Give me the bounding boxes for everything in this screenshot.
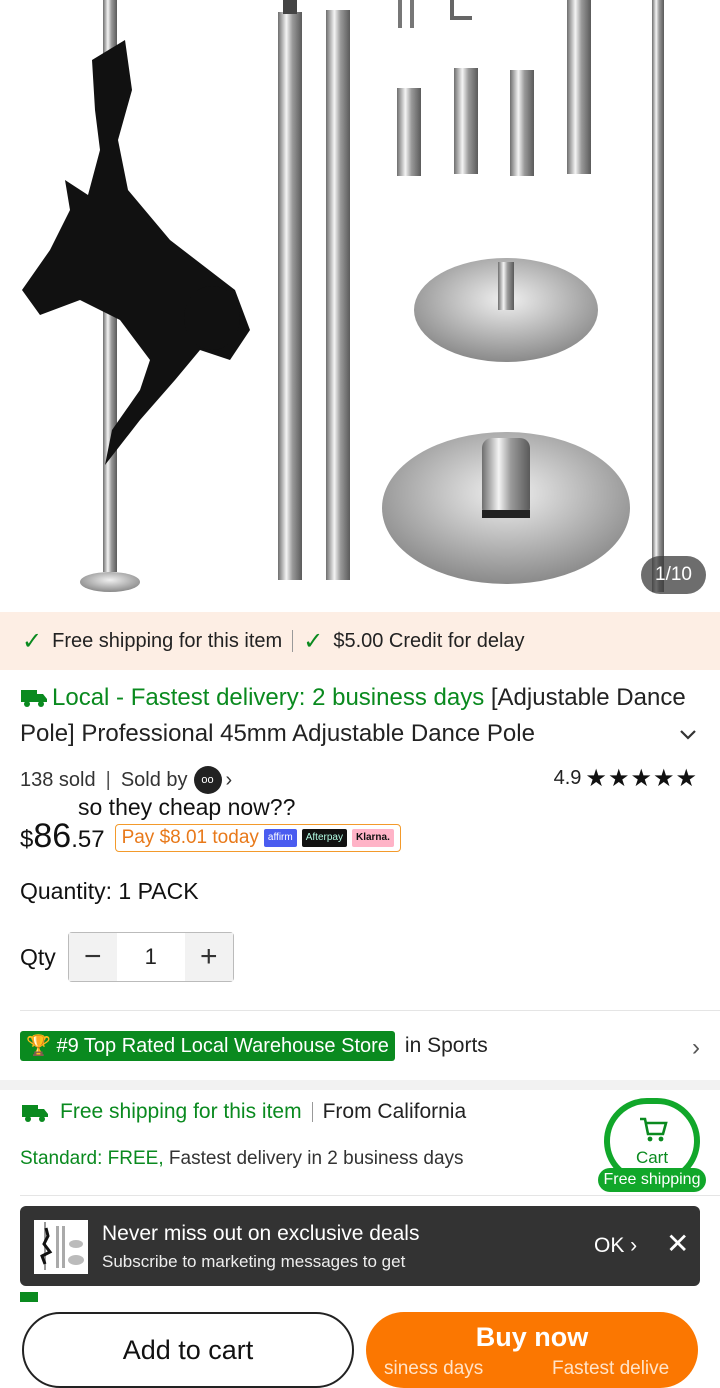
ranking-row[interactable]: 🏆 #9 Top Rated Local Warehouse Store in …: [20, 1030, 700, 1062]
add-to-cart-button[interactable]: Add to cart: [22, 1312, 354, 1388]
increment-button[interactable]: +: [184, 933, 233, 981]
toast-subtitle: Subscribe to marketing messages to get: [102, 1252, 406, 1271]
buy-now-label: Buy now: [475, 1322, 589, 1352]
product-title[interactable]: Local - Fastest delivery: 2 business day…: [20, 680, 700, 752]
image-counter: 1/10: [641, 556, 706, 594]
standard-shipping-text: Standard: FREE, Fastest delivery in 2 bu…: [20, 1148, 464, 1169]
subscribe-toast: Never miss out on exclusive deals Subscr…: [20, 1206, 700, 1286]
ranking-badge: 🏆 #9 Top Rated Local Warehouse Store: [20, 1031, 395, 1061]
buy-now-subtext: siness days: [384, 1358, 484, 1379]
floating-cart-button[interactable]: Cart Free shipping: [598, 1098, 706, 1194]
cart-label: Cart: [635, 1148, 669, 1167]
pay-today-text: Pay $8.01 today: [121, 827, 259, 848]
store-logo[interactable]: oo: [193, 766, 222, 794]
cart-icon: [640, 1117, 668, 1142]
divider: |: [105, 768, 111, 791]
cart-free-shipping-badge: Free shipping: [598, 1168, 706, 1192]
truck-icon: [22, 1105, 48, 1122]
product-image-gallery[interactable]: 1/10: [0, 0, 720, 612]
close-icon[interactable]: ✕: [666, 1230, 689, 1258]
qty-label: Qty: [20, 943, 56, 970]
quantity-value[interactable]: 1: [116, 933, 185, 981]
klarna-logo: Klarna.: [351, 829, 394, 847]
divider: [311, 1102, 313, 1122]
installment-chip[interactable]: Pay $8.01 today affirm Afterpay Klarna.: [114, 824, 401, 852]
divider: [20, 1195, 720, 1196]
toast-product-thumbnail: [34, 1220, 88, 1274]
star-rating-icon: ★★★★★: [585, 765, 698, 792]
affirm-logo: affirm: [263, 829, 297, 847]
delivery-badge: Local - Fastest delivery: 2 business day…: [52, 684, 485, 711]
bottom-action-bar: Add to cart Buy now siness days Fastest …: [0, 1302, 720, 1388]
rating-value: 4.9: [553, 767, 582, 789]
chevron-right-icon[interactable]: ›: [226, 769, 233, 792]
afterpay-logo: Afterpay: [301, 829, 347, 847]
check-icon: ✓: [22, 627, 43, 655]
decrement-button[interactable]: −: [68, 933, 117, 981]
quantity-option-label[interactable]: Quantity: 1 PACK: [20, 878, 199, 905]
product-image: [22, 0, 664, 592]
quantity-stepper: − 1 +: [67, 932, 234, 982]
price-row: $86.57 Pay $8.01 today affirm Afterpay K…: [20, 814, 401, 856]
section-separator: [0, 1080, 720, 1090]
sold-count: 138 sold: [20, 768, 96, 791]
toast-title: Never miss out on exclusive deals: [102, 1222, 420, 1245]
free-shipping-title: Free shipping for this item: [60, 1100, 302, 1123]
divider: [20, 1010, 720, 1011]
buy-now-subtext: Fastest delive: [552, 1358, 670, 1379]
check-icon: ✓: [303, 627, 324, 655]
order-guarantee-peek: [20, 1292, 700, 1302]
buy-now-button[interactable]: Buy now siness days Fastest delive: [366, 1312, 698, 1388]
divider: [292, 630, 294, 652]
sold-by-label[interactable]: Sold by: [121, 769, 188, 792]
rating[interactable]: 4.9 ★★★★★: [554, 764, 698, 793]
ranking-category: in Sports: [404, 1034, 488, 1057]
shipping-benefits-strip: ✓ Free shipping for this item ✓ $5.00 Cr…: [0, 612, 720, 670]
chevron-down-icon[interactable]: [678, 724, 698, 744]
toast-ok-button[interactable]: OK ›: [594, 1234, 637, 1258]
price: $86.57: [20, 817, 105, 855]
ship-from: From California: [322, 1100, 467, 1123]
local-delivery-icon: [21, 690, 47, 707]
chevron-right-icon: ›: [692, 1034, 700, 1061]
credit-delay-text: $5.00 Credit for delay: [333, 629, 525, 652]
free-shipping-text: Free shipping for this item: [52, 629, 283, 652]
quantity-row: Qty − 1 +: [20, 932, 234, 982]
